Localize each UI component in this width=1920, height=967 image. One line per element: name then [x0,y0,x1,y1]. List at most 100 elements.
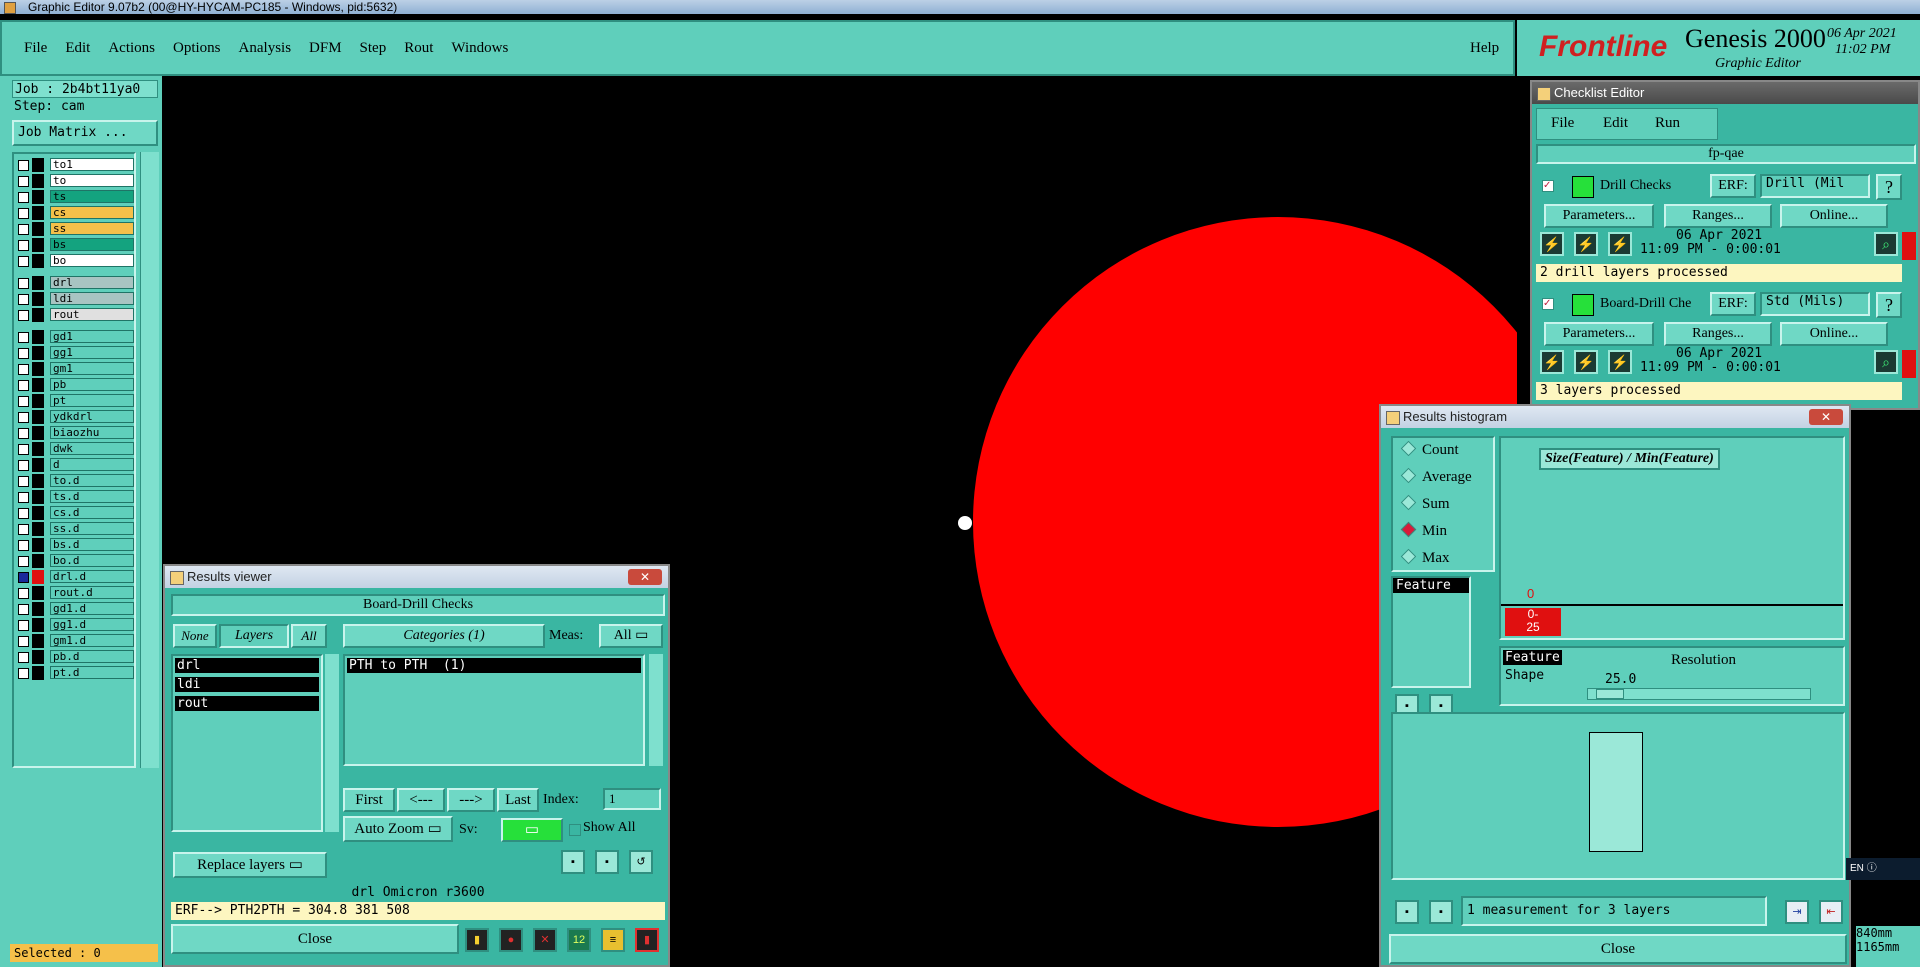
menu-rout[interactable]: Rout [404,40,433,56]
layer-name[interactable]: to [50,174,134,187]
resolution-slider[interactable] [1587,688,1811,700]
layer-name[interactable]: to1 [50,158,134,171]
layer-name[interactable]: ts.d [50,490,134,503]
layer-row[interactable]: gd1 [18,330,138,344]
layer-name[interactable]: rout.d [50,586,134,599]
layer-name[interactable]: biaozhu [50,426,134,439]
layer-name[interactable]: pt.d [50,666,134,679]
layer-name[interactable]: gm1.d [50,634,134,647]
ref-icon[interactable]: ▪ [595,850,619,874]
layer-row[interactable]: cs.d [18,506,138,520]
layer-checkbox[interactable] [18,278,29,289]
left-scrollbar[interactable] [140,152,159,768]
layer-row[interactable]: gg1.d [18,618,138,632]
check-params-button[interactable]: Parameters... [1544,322,1654,346]
res-item-shape[interactable]: Shape [1505,668,1544,683]
ref-icon[interactable]: ▪ [1429,900,1453,924]
layer-row[interactable]: ts [18,190,138,204]
layer-row[interactable]: ss.d [18,522,138,536]
layer-name[interactable]: d [50,458,134,471]
close-icon[interactable]: ✕ [1809,409,1843,425]
layer-name[interactable]: pb [50,378,134,391]
radio-icon[interactable] [1400,467,1417,484]
layer-row[interactable]: bs [18,238,138,252]
layer-checkbox[interactable] [18,604,29,615]
layer-checkbox[interactable] [18,572,29,583]
layer-checkbox[interactable] [18,556,29,567]
layer-row[interactable]: pb [18,378,138,392]
cross-icon[interactable]: ✕ [533,928,557,952]
close-icon[interactable]: ✕ [628,569,662,585]
check-online-button[interactable]: Online... [1780,322,1888,346]
zoom-icon[interactable]: ⌕ [1874,350,1898,374]
layer-name[interactable]: drl [50,276,134,289]
layer-row[interactable]: gd1.d [18,602,138,616]
menu-dfm[interactable]: DFM [309,40,342,56]
erf-button[interactable]: ERF: [1710,292,1756,316]
check-ranges-button[interactable]: Ranges... [1664,204,1772,228]
record-icon[interactable]: ● [499,928,523,952]
layer-name[interactable]: gg1.d [50,618,134,631]
layer-name[interactable]: gd1 [50,330,134,343]
layer-name[interactable]: drl.d [50,570,134,583]
categories-button[interactable]: Categories (1) [343,624,545,648]
check-params-button[interactable]: Parameters... [1544,204,1654,228]
layer-row[interactable]: ss [18,222,138,236]
close-button[interactable]: Close [171,924,459,954]
radio-icon[interactable] [1400,440,1417,457]
histogram-icon[interactable]: ▮ [635,928,659,952]
layer-checkbox[interactable] [18,176,29,187]
menu-actions[interactable]: Actions [108,40,155,56]
option-max[interactable]: Max [1400,548,1450,567]
layer-row[interactable]: to1 [18,158,138,172]
layer-checkbox[interactable] [18,256,29,267]
layer-name[interactable]: ydkdrl [50,410,134,423]
highlight-icon[interactable]: ▮ [465,928,489,952]
layer-checkbox[interactable] [18,208,29,219]
layer-checkbox[interactable] [18,492,29,503]
layer-checkbox[interactable] [18,396,29,407]
layer-checkbox[interactable] [18,668,29,679]
undo-icon[interactable]: ↺ [629,850,653,874]
layer-checkbox[interactable] [18,620,29,631]
layer-name[interactable]: ts [50,190,134,203]
del-icon[interactable]: ▪ [1395,900,1419,924]
import-icon[interactable]: ⇤ [1819,900,1843,924]
category-result-item[interactable]: PTH to PTH (1) [347,658,641,673]
layer-name[interactable]: bo.d [50,554,134,567]
layer-checkbox[interactable] [18,224,29,235]
help-icon[interactable]: ? [1876,174,1902,200]
histogram-list[interactable]: Feature [1391,576,1471,688]
layer-list-scrollbar[interactable] [325,654,339,832]
histogram-plot[interactable]: Size(Feature) / Min(Feature) 0 0- 25 [1499,436,1845,640]
layer-row[interactable]: pt [18,394,138,408]
run-icon[interactable]: ⚡ [1540,350,1564,374]
index-input[interactable]: 1 [603,788,661,810]
check-name[interactable]: Board-Drill Che [1600,296,1691,312]
layer-row[interactable]: drl.d [18,570,138,584]
layer-name[interactable]: pt [50,394,134,407]
layer-checkbox[interactable] [18,364,29,375]
layer-name[interactable]: gd1.d [50,602,134,615]
layer-row[interactable]: pb.d [18,650,138,664]
layer-row[interactable]: drl [18,276,138,290]
check-ranges-button[interactable]: Ranges... [1664,322,1772,346]
category-list-scrollbar[interactable] [649,654,663,766]
layer-row[interactable]: to [18,174,138,188]
layer-row[interactable]: ydkdrl [18,410,138,424]
next-button[interactable]: ---> [447,788,495,812]
menu-file[interactable]: File [24,40,47,56]
menu-step[interactable]: Step [360,40,387,56]
zoom-icon[interactable]: ⌕ [1874,232,1898,256]
layer-name[interactable]: rout [50,308,134,321]
layer-row[interactable]: rout.d [18,586,138,600]
layer-result-item[interactable]: ldi [175,677,319,692]
layer-row[interactable]: bo [18,254,138,268]
category-results-list[interactable]: PTH to PTH (1) [343,654,645,766]
meas-select[interactable]: All ▭ [599,624,663,648]
layer-checkbox[interactable] [18,192,29,203]
layer-row[interactable]: bs.d [18,538,138,552]
help-icon[interactable]: ⓘ [1867,863,1877,874]
histogram-list-item[interactable]: Feature [1393,578,1469,593]
layer-name[interactable]: cs.d [50,506,134,519]
